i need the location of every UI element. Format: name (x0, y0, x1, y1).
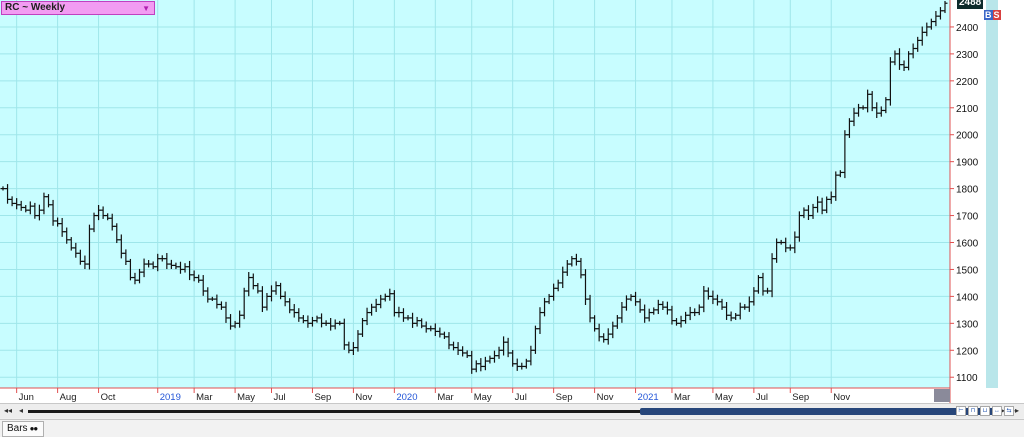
time-tick-label: Sep (314, 392, 331, 403)
sell-badge[interactable]: S (992, 10, 1001, 20)
price-tick-label: 1600 (956, 239, 979, 250)
price-tick-label: 1700 (956, 212, 979, 223)
price-tick-label: 1500 (956, 265, 979, 276)
plot-background (0, 0, 950, 388)
status-bar: Bars ●● (0, 419, 1024, 437)
price-tick-label: 2400 (956, 23, 979, 34)
last-price-tag: 2488 (957, 0, 984, 10)
reset-icon[interactable]: ⇆ (1004, 406, 1014, 416)
price-tick-label: 1400 (956, 292, 979, 303)
time-tick-label: Sep (792, 392, 809, 403)
zoom-in-icon[interactable]: ⊓ (968, 406, 978, 416)
time-tick-label: Oct (101, 392, 116, 403)
time-tick-label: 2021 (638, 392, 659, 403)
time-tick-label: Sep (556, 392, 573, 403)
time-tick-label: Jul (515, 392, 527, 403)
time-tick-label: 2019 (160, 392, 181, 403)
symbol-title: RC ~ Weekly (5, 2, 66, 13)
dropdown-arrow-icon[interactable]: ▼ (142, 3, 150, 15)
time-axis: Jun Aug Oct 2019 Mar May Jul Sep Nov 2020 Mar May Ju… (0, 387, 950, 403)
scroll-left-icon[interactable]: ◂ (16, 406, 26, 416)
scroll-thumb[interactable] (640, 408, 994, 415)
price-tick-label: 1800 (956, 185, 979, 196)
time-tick-label: May (474, 392, 492, 403)
time-axis-end-marker (934, 389, 950, 402)
price-tick-label: 1200 (956, 346, 979, 357)
time-tick-label: Nov (597, 392, 614, 403)
time-tick-label: Mar (437, 392, 453, 403)
price-tick-label: 2100 (956, 104, 979, 115)
time-tick-label: Nov (355, 392, 372, 403)
buy-sell-badge[interactable]: BS (984, 10, 1001, 21)
time-tick-label: Jun (19, 392, 34, 403)
time-tick-label: 2020 (396, 392, 417, 403)
price-tick-label: 2300 (956, 50, 979, 61)
scroll-start-icon[interactable]: ◂◂ (3, 406, 13, 416)
price-tick-label: 2200 (956, 77, 979, 88)
price-tick-label: 1300 (956, 319, 979, 330)
price-chart[interactable]: 1100 1200 1300 1400 1500 1600 1700 1800 1900 2000… (0, 0, 1024, 403)
symbol-selector[interactable]: RC ~ Weekly ▼ (1, 1, 155, 15)
time-tick-label: Jul (273, 392, 285, 403)
price-tick-label: 2000 (956, 131, 979, 142)
time-tick-label: May (237, 392, 255, 403)
zoom-fit-icon[interactable]: ⊢ (956, 406, 966, 416)
bars-tab-label: Bars (7, 423, 28, 434)
chart-area[interactable]: 1100 1200 1300 1400 1500 1600 1700 1800 1900 2000… (0, 0, 1024, 403)
side-strip (986, 0, 998, 388)
time-tick-label: Nov (833, 392, 850, 403)
zoom-out-icon[interactable]: ⊔ (980, 406, 990, 416)
link-icon: ●● (29, 424, 39, 433)
pan-icon[interactable]: ↔ (992, 406, 1002, 416)
buy-badge[interactable]: B (984, 10, 993, 20)
price-tick-label: 1900 (956, 158, 979, 169)
price-tick-label: 1100 (956, 373, 978, 384)
bars-tab[interactable]: Bars ●● (2, 421, 45, 437)
scroll-bar-row: ◂◂ ◂ ▸ ▸▸ ⊢ ⊓ ⊔ ↔ ⇆ (0, 403, 1024, 418)
time-tick-label: Mar (196, 392, 212, 403)
time-tick-label: Mar (674, 392, 690, 403)
time-tick-label: May (715, 392, 733, 403)
time-tick-label: Jul (756, 392, 768, 403)
time-tick-label: Aug (60, 392, 77, 403)
